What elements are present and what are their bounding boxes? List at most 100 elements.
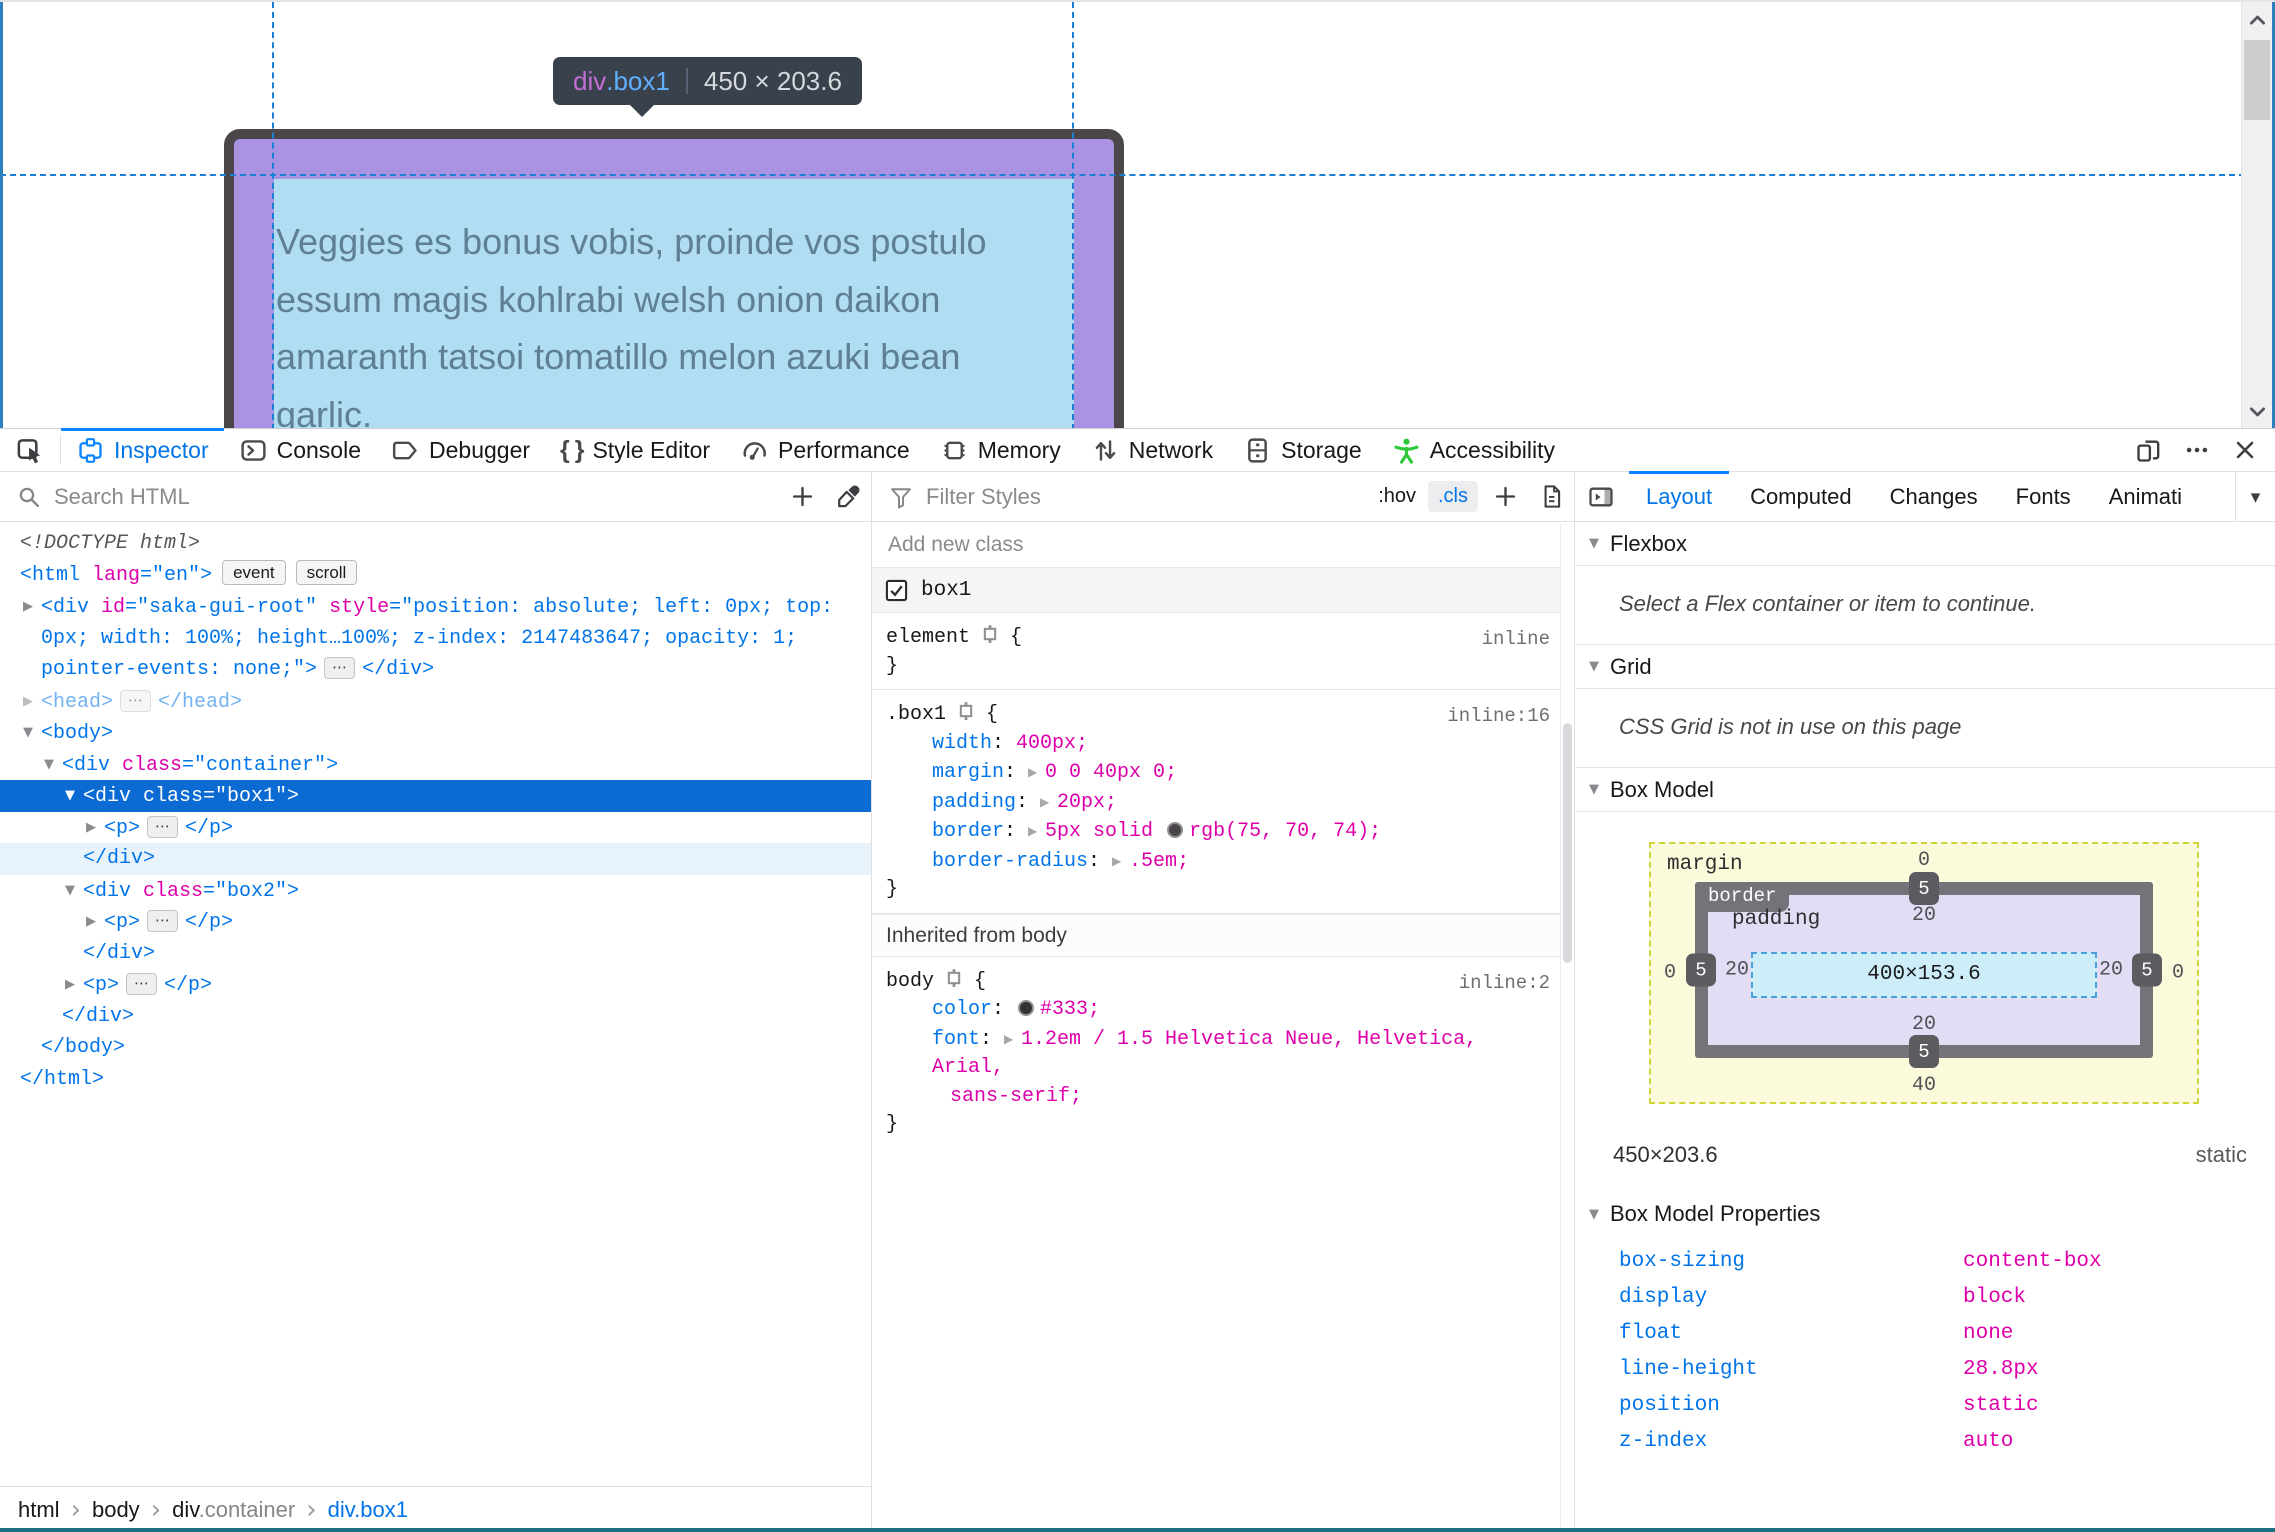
rule-selector[interactable]: element xyxy=(886,626,970,649)
tab-style-editor[interactable]: { } Style Editor xyxy=(545,429,725,471)
padding-top-value[interactable]: 20 xyxy=(1912,904,1936,927)
border-left-value[interactable]: 5 xyxy=(1686,953,1716,987)
tab-animations[interactable]: Animati xyxy=(2090,472,2182,522)
tab-changes[interactable]: Changes xyxy=(1871,472,1997,522)
rule-selector[interactable]: body xyxy=(886,970,934,993)
box-model-property-row[interactable]: position static xyxy=(1575,1388,2275,1424)
print-simulation-button[interactable] xyxy=(1528,472,1574,521)
devtools-menu-button[interactable] xyxy=(2173,429,2221,472)
box-model-margin-layer[interactable]: margin 0 40 0 0 border 5 5 5 5 padding 2… xyxy=(1649,842,2199,1104)
rule-element[interactable]: element { inline } xyxy=(872,613,1560,690)
split-console-button[interactable] xyxy=(2125,429,2173,472)
box-model-property-row[interactable]: display block xyxy=(1575,1280,2275,1316)
css-declaration[interactable]: color: #333; xyxy=(886,996,1546,1025)
markup-node-row[interactable]: ▶ <div id="saka-gui-root" style="position… xyxy=(0,591,871,623)
box-model-property-row[interactable]: box-sizing content-box xyxy=(1575,1244,2275,1280)
sidebar-toggle-button[interactable] xyxy=(1575,483,1627,511)
box-model-property-row[interactable]: float none xyxy=(1575,1316,2275,1352)
close-devtools-button[interactable] xyxy=(2221,429,2269,472)
border-bottom-value[interactable]: 5 xyxy=(1909,1035,1939,1068)
add-new-class-input[interactable] xyxy=(886,532,1546,558)
css-declaration[interactable]: font: ▶ 1.2em / 1.5 Helvetica Neue, Helve… xyxy=(886,1025,1546,1083)
padding-bottom-value[interactable]: 20 xyxy=(1912,1013,1936,1036)
rules-scrollbar[interactable] xyxy=(1560,523,1574,1532)
flexbox-section-header[interactable]: ▼ Flexbox xyxy=(1575,522,2275,566)
breadcrumb-item[interactable]: div.container xyxy=(172,1497,295,1523)
rule-selector[interactable]: .box1 xyxy=(886,703,946,726)
scrollbar-thumb[interactable] xyxy=(2244,40,2270,120)
tab-fonts[interactable]: Fonts xyxy=(1997,472,2090,522)
all-tabs-dropdown[interactable]: ▾ xyxy=(2235,472,2275,521)
markup-node-row[interactable]: </div> xyxy=(0,938,871,970)
box-model-content-size[interactable]: 400×153.6 xyxy=(1751,951,2097,998)
markup-node-row[interactable]: 0px; width: 100%; height…100%; z-index: … xyxy=(0,623,871,655)
markup-node-row[interactable]: ▼ <div class="box2"> xyxy=(0,875,871,907)
grid-section-header[interactable]: ▼ Grid xyxy=(1575,645,2275,689)
markup-node-row[interactable]: </div> xyxy=(0,843,871,875)
markup-node-row[interactable]: ▶ <head> ⋯ </head> xyxy=(0,686,871,718)
css-declaration[interactable]: border-radius: ▶ .5em; xyxy=(886,847,1546,877)
class-name: box1 xyxy=(921,578,972,602)
pseudo-class-toggle[interactable]: :hov xyxy=(1370,485,1424,508)
markup-node-row[interactable]: pointer-events: none;"> ⋯ </div> xyxy=(0,654,871,686)
tab-memory[interactable]: Memory xyxy=(925,429,1076,471)
markup-node-row[interactable]: </body> xyxy=(0,1032,871,1064)
class-toggle[interactable]: .cls xyxy=(1428,481,1478,512)
eyedropper-button[interactable] xyxy=(825,472,871,521)
markup-node-row[interactable]: ▶ <p> ⋯ </p> xyxy=(0,812,871,844)
rule-body[interactable]: body { inline:2 color: #333; font: ▶ 1.2em … xyxy=(872,957,1560,1148)
markup-node-row[interactable]: ▼ <div class="box1"> xyxy=(0,780,871,812)
border-top-value[interactable]: 5 xyxy=(1909,872,1939,905)
tab-inspector[interactable]: Inspector xyxy=(61,428,224,471)
tab-layout[interactable]: Layout xyxy=(1627,470,1731,522)
margin-top-value[interactable]: 0 xyxy=(1918,849,1930,872)
box-model-property-row[interactable]: line-height 28.8px xyxy=(1575,1352,2275,1388)
padding-left-value[interactable]: 20 xyxy=(1725,959,1749,982)
css-declaration[interactable]: margin: ▶ 0 0 40px 0; xyxy=(886,758,1546,788)
boxmodel-section-header[interactable]: ▼ Box Model xyxy=(1575,768,2275,812)
color-swatch[interactable] xyxy=(1167,822,1184,838)
tab-accessibility[interactable]: Accessibility xyxy=(1377,429,1570,471)
markup-node-row[interactable]: <html lang="en"> event scroll xyxy=(0,559,871,592)
breadcrumb-item[interactable]: html xyxy=(18,1497,60,1523)
node-picker-button[interactable] xyxy=(0,429,60,471)
add-rule-button[interactable] xyxy=(1482,472,1528,521)
filter-styles-input[interactable] xyxy=(924,482,1370,511)
boxmodel-properties-header[interactable]: ▼ Box Model Properties xyxy=(1575,1192,2275,1236)
markup-node-row[interactable]: ▶ <p> ⋯ </p> xyxy=(0,906,871,938)
page-scrollbar[interactable] xyxy=(2241,2,2272,428)
css-declaration[interactable]: width: 400px; xyxy=(886,730,1546,759)
markup-node-row[interactable]: ▼ <div class="container"> xyxy=(0,749,871,781)
margin-left-value[interactable]: 0 xyxy=(1664,962,1676,985)
rule-source-link[interactable]: inline xyxy=(1482,625,1550,654)
border-right-value[interactable]: 5 xyxy=(2132,953,2162,987)
padding-right-value[interactable]: 20 xyxy=(2099,959,2123,982)
scrollbar-thumb[interactable] xyxy=(1563,723,1572,963)
breadcrumb-item[interactable]: body xyxy=(92,1497,140,1523)
markup-node-row[interactable]: ▶ <p> ⋯ </p> xyxy=(0,969,871,1001)
margin-bottom-value[interactable]: 40 xyxy=(1912,1074,1936,1097)
margin-right-value[interactable]: 0 xyxy=(2172,962,2184,985)
rule-source-link[interactable]: inline:2 xyxy=(1459,969,1550,998)
markup-node-row[interactable]: ▼ <body> xyxy=(0,717,871,749)
box-model-property-row[interactable]: z-index auto xyxy=(1575,1424,2275,1460)
color-swatch[interactable] xyxy=(1018,1000,1035,1016)
markup-node-row[interactable]: </html> xyxy=(0,1064,871,1096)
css-declaration[interactable]: padding: ▶ 20px; xyxy=(886,788,1546,818)
breadcrumb-item[interactable]: div.box1 xyxy=(328,1497,408,1523)
rule-source-link[interactable]: inline:16 xyxy=(1447,702,1550,731)
tab-storage[interactable]: Storage xyxy=(1228,429,1377,471)
markup-node-row[interactable]: <!DOCTYPE html> xyxy=(0,528,871,560)
box-model-border-layer[interactable]: border 5 5 5 5 padding 20 20 20 20 400×1… xyxy=(1686,872,2162,1068)
class-checkbox-row[interactable]: box1 xyxy=(872,568,1560,613)
tab-network[interactable]: Network xyxy=(1076,429,1228,471)
tab-computed[interactable]: Computed xyxy=(1731,472,1871,522)
tab-debugger[interactable]: Debugger xyxy=(376,429,545,471)
search-html-input[interactable] xyxy=(52,482,778,511)
create-node-button[interactable] xyxy=(779,472,825,521)
rule-box1[interactable]: .box1 { inline:16 width: 400px; margin: ▶ 0… xyxy=(872,690,1560,914)
css-declaration[interactable]: border: ▶ 5px solid rgb(75, 70, 74); xyxy=(886,817,1546,847)
tab-performance[interactable]: Performance xyxy=(725,429,925,471)
tab-console[interactable]: Console xyxy=(224,429,376,471)
markup-node-row[interactable]: </div> xyxy=(0,1001,871,1033)
